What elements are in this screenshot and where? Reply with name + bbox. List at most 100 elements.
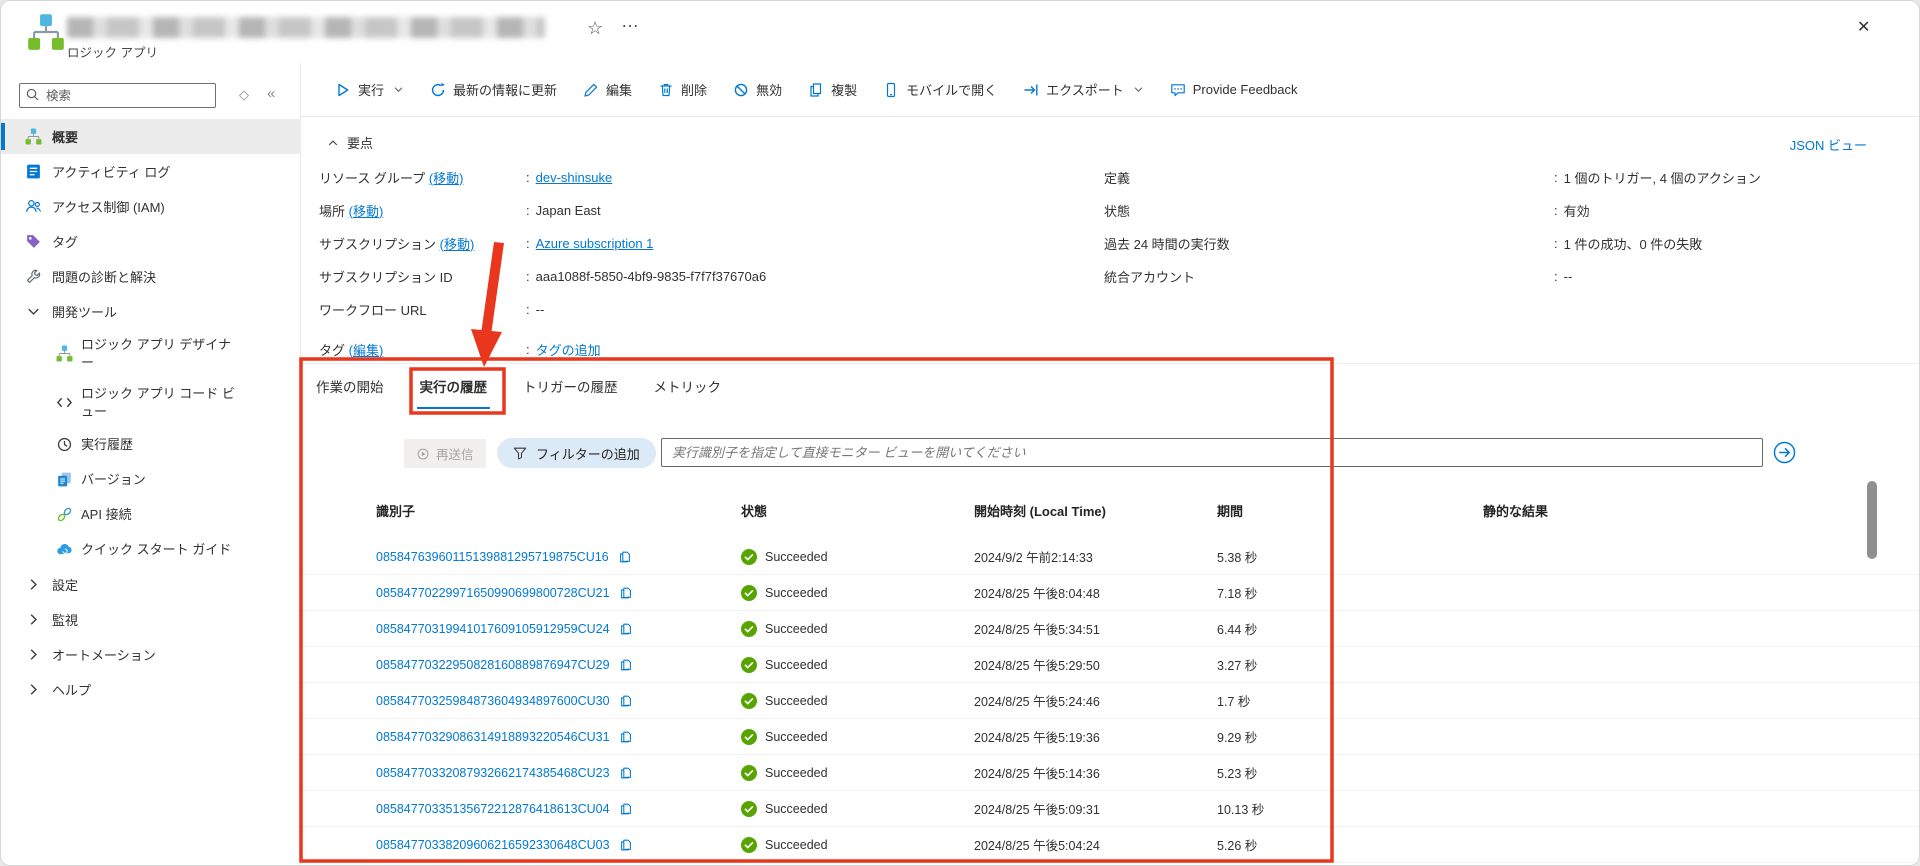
essentials-value: -- <box>1563 268 1573 284</box>
sidebar-item[interactable]: ロジック アプリ コード ビュー <box>1 378 301 427</box>
sidebar-item[interactable]: アクセス制御 (IAM) <box>1 189 301 224</box>
copy-icon[interactable] <box>619 658 633 672</box>
essentials-label-link[interactable]: (編集) <box>349 343 384 358</box>
copy-icon[interactable] <box>619 802 633 816</box>
toolbar-button[interactable]: 実行 <box>327 74 412 105</box>
sidebar-item[interactable]: オートメーション <box>1 637 301 672</box>
copy-icon[interactable] <box>619 730 633 744</box>
copy-icon[interactable] <box>619 694 633 708</box>
toolbar-button[interactable]: モバイルで開く <box>875 74 1005 105</box>
start-time: 2024/8/25 午後5:29:50 <box>974 659 1100 673</box>
run-id-link[interactable]: 08584770332087932662174385468CU23 <box>376 766 610 780</box>
sidebar-item-label: ロジック アプリ デザイナー <box>81 337 231 370</box>
toolbar-button-label: モバイルで開く <box>906 83 998 98</box>
add-filter-button[interactable]: フィルターの追加 <box>497 438 656 468</box>
sidebar-item[interactable]: ヘルプ <box>1 672 301 707</box>
toolbar-button-label: Provide Feedback <box>1192 82 1298 97</box>
run-id-link[interactable]: 08584770335135672212876418613CU04 <box>376 802 610 816</box>
succeeded-check-icon <box>741 584 757 601</box>
toolbar-button[interactable]: Provide Feedback <box>1162 76 1306 104</box>
copy-icon[interactable] <box>618 550 632 564</box>
sidebar-item-label: 開発ツール <box>52 305 118 320</box>
sidebar-item-label: オートメーション <box>52 648 156 664</box>
toolbar-button[interactable]: 削除 <box>650 74 715 105</box>
table-row: 08584763960115139881295719875CU16 Succee… <box>301 539 1919 575</box>
sidebar-item[interactable]: 設定 <box>1 567 301 602</box>
run-id-link[interactable]: 08584770338209606216592330648CU03 <box>376 838 610 852</box>
succeeded-check-icon <box>741 764 757 781</box>
copy-icon[interactable] <box>619 766 633 780</box>
open-monitor-view-button[interactable] <box>1773 441 1796 464</box>
tab[interactable]: 実行の履歴 <box>416 376 490 409</box>
run-id-link[interactable]: 08584770229971650990699800728CU21 <box>376 586 610 600</box>
toolbar-button[interactable]: 編集 <box>575 74 640 105</box>
chevron-down-icon[interactable] <box>1133 84 1144 95</box>
essentials-value: 1 件の成功、0 件の失敗 <box>1563 236 1703 252</box>
table-row: 08584770325984873604934897600CU30 Succee… <box>301 683 1919 719</box>
toolbar-button[interactable]: エクスポート <box>1015 74 1152 105</box>
quickstart-icon <box>56 541 73 558</box>
collapse-sidebar-icon[interactable]: « <box>267 85 275 102</box>
status-text: Succeeded <box>765 549 828 564</box>
essentials-label-link[interactable]: (移動) <box>429 171 464 186</box>
toolbar-button[interactable]: 無効 <box>725 74 790 105</box>
col-header-start-time[interactable]: 開始時刻 (Local Time) <box>974 501 1217 520</box>
pin-icon[interactable]: ◇ <box>239 87 249 103</box>
toolbar-button[interactable]: 最新の情報に更新 <box>422 74 565 105</box>
favorite-star-icon[interactable]: ☆ <box>587 18 603 39</box>
toolbar-button[interactable]: 複製 <box>800 74 865 105</box>
sidebar-item[interactable]: クイック スタート ガイド <box>1 532 301 567</box>
copy-icon[interactable] <box>619 838 633 852</box>
command-bar: 実行 最新の情報に更新 編集 削除 無効 複製 モバイルで開く エクスポート P… <box>301 63 1919 117</box>
more-options-icon[interactable]: … <box>621 11 640 32</box>
essentials-row: タグ (編集) : タグの追加 <box>319 341 601 358</box>
sidebar-item-label: クイック スタート ガイド <box>81 541 232 557</box>
json-view-link[interactable]: JSON ビュー <box>1790 135 1867 154</box>
duration: 7.18 秒 <box>1217 587 1258 601</box>
col-header-duration[interactable]: 期間 <box>1217 501 1483 520</box>
copy-icon[interactable] <box>619 586 633 600</box>
run-id-search-input[interactable] <box>661 438 1763 467</box>
tab[interactable]: メトリック <box>651 376 725 409</box>
resubmit-icon <box>416 447 430 461</box>
essentials-label-link[interactable]: (移動) <box>349 204 384 219</box>
start-time: 2024/8/25 午後5:09:31 <box>974 803 1100 817</box>
tab[interactable]: トリガーの履歴 <box>520 376 621 409</box>
status-text: Succeeded <box>765 621 828 636</box>
resubmit-button[interactable]: 再送信 <box>404 439 486 468</box>
run-id-link[interactable]: 08584763960115139881295719875CU16 <box>376 550 609 564</box>
sidebar-item[interactable]: 概要 <box>1 119 301 154</box>
col-header-status[interactable]: 状態 <box>741 501 974 520</box>
run-id-link[interactable]: 08584770319941017609105912959CU24 <box>376 622 610 636</box>
sidebar-item[interactable]: アクティビティ ログ <box>1 154 301 189</box>
toolbar-button-label: エクスポート <box>1046 83 1124 98</box>
sidebar-item[interactable]: API 接続 <box>1 497 301 532</box>
resource-type-label: ロジック アプリ <box>67 46 158 60</box>
sidebar-item[interactable]: タグ <box>1 224 301 259</box>
collapse-essentials-icon[interactable] <box>327 137 339 149</box>
copy-icon[interactable] <box>619 622 633 636</box>
col-header-static-results[interactable]: 静的な結果 <box>1483 501 1919 520</box>
sidebar-item[interactable]: 実行履歴 <box>1 427 301 462</box>
sidebar-item[interactable]: バージョン <box>1 462 301 497</box>
col-header-identifier[interactable]: 識別子 <box>376 501 741 520</box>
tab[interactable]: 作業の開始 <box>313 376 387 409</box>
sidebar-item[interactable]: ロジック アプリ デザイナー <box>1 329 301 378</box>
run-history-filterbar: 再送信 フィルターの追加 <box>301 433 1919 475</box>
essentials-label-link[interactable]: (移動) <box>440 237 475 252</box>
run-history-icon <box>56 436 73 453</box>
sidebar-item[interactable]: 監視 <box>1 602 301 637</box>
sidebar-item[interactable]: 開発ツール <box>1 294 301 329</box>
start-time: 2024/8/25 午後8:04:48 <box>974 587 1100 601</box>
table-row: 08584770335135672212876418613CU04 Succee… <box>301 791 1919 827</box>
sidebar-search-input[interactable] <box>19 83 216 108</box>
close-icon[interactable]: ✕ <box>1857 17 1870 37</box>
vertical-scrollbar-thumb[interactable] <box>1867 481 1877 559</box>
run-id-link[interactable]: 08584770329086314918893220546CU31 <box>376 730 610 744</box>
run-id-link[interactable]: 08584770322950828160889876947CU29 <box>376 658 610 672</box>
chevron-down-icon[interactable] <box>393 84 404 95</box>
refresh-icon <box>430 82 446 98</box>
azure-portal-window: ☆ … ✕ ロジック アプリ ◇ « 概要 アクティビティ ログ <box>0 0 1920 866</box>
run-id-link[interactable]: 08584770325984873604934897600CU30 <box>376 694 610 708</box>
sidebar-item[interactable]: 問題の診断と解決 <box>1 259 301 294</box>
